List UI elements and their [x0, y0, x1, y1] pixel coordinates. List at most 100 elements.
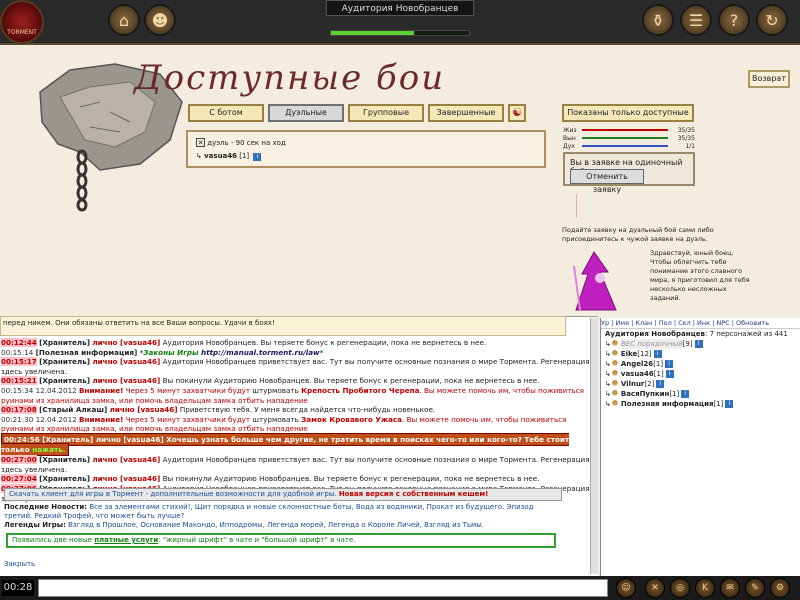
download-link[interactable]: Скачать клиент для игры в Тормент - допо…	[9, 490, 337, 498]
castle-name[interactable]: Замок Кровавого Ужаса	[301, 415, 402, 424]
game-logo[interactable]: TORMENT	[0, 0, 44, 44]
message-author[interactable]: [Хранитель]	[39, 474, 90, 483]
info-icon[interactable]: i	[653, 350, 662, 358]
message-text: Аудитория Новобранцев приветствует вас. …	[1, 455, 590, 474]
message-author[interactable]: [Полезная информация]	[36, 348, 138, 357]
home-icon[interactable]: ⌂	[108, 4, 140, 36]
user-name[interactable]: Angel26	[621, 359, 653, 369]
info-icon[interactable]: i	[665, 360, 674, 368]
tab-duel[interactable]: Дуэльные	[268, 104, 344, 122]
settings-icon[interactable]: ⚙	[770, 578, 790, 598]
chat-message: 00:27:00 [Хранитель] лично [vasua46] Ауд…	[0, 455, 598, 474]
highlighted-message[interactable]: 00:24:56 [Хранитель] лично [vasua46] Хоч…	[1, 432, 570, 456]
private-marker[interactable]: лично [vasua46]	[110, 405, 178, 414]
user-name[interactable]: Eike	[621, 349, 637, 359]
chat-scrollbar[interactable]	[590, 318, 598, 574]
refresh-icon[interactable]: ☯	[508, 104, 526, 122]
clan-badge-icon: ☻	[611, 380, 618, 387]
exit-icon[interactable]: ↻	[756, 4, 788, 36]
character-icon[interactable]: ☻	[144, 4, 176, 36]
tab-group[interactable]: Групповые	[348, 104, 424, 122]
warning-label: Внимание!	[79, 385, 124, 395]
location-name: Аудитория Новобранцев	[605, 330, 705, 338]
tab-finished[interactable]: Завершенные	[428, 104, 504, 122]
private-marker[interactable]: лично [vasua46]	[92, 338, 160, 347]
duel-player-row[interactable]: ↳ vasua46 [1] i	[196, 152, 262, 161]
scroll-icon[interactable]: ☰	[680, 4, 712, 36]
close-icon[interactable]: ✕	[645, 578, 665, 598]
user-row[interactable]: ↳ ☻ Eike [12] i	[601, 349, 800, 359]
duel-type-row: ✕ дуэль - 90 сек на ход	[196, 138, 286, 147]
message-time: 00:12:44	[1, 338, 37, 347]
message-author[interactable]: [Старый Алкаш]	[39, 405, 107, 414]
storm-word: штурмовать	[252, 385, 299, 395]
duel-request-panel: ✕ дуэль - 90 сек на ход ↳ vasua46 [1] i	[186, 130, 546, 168]
user-row[interactable]: ↳ ☻ Полезная информация [1] i	[601, 399, 800, 409]
clan-badge-icon: ☻	[611, 350, 618, 357]
chat-messages[interactable]: 00:12:44 [Хранитель] лично [vasua46] Ауд…	[0, 338, 598, 503]
user-name[interactable]: Vilnur	[621, 379, 645, 389]
chat-message: 00:12:44 [Хранитель] лично [vasua46] Ауд…	[0, 338, 598, 348]
user-name[interactable]: Полезная информация	[621, 399, 714, 409]
user-name[interactable]: ВасяПупкин	[621, 389, 669, 399]
private-marker[interactable]: лично [vasua46]	[92, 357, 160, 366]
target-icon[interactable]: ◎	[670, 578, 690, 598]
user-level: [1]	[669, 390, 680, 398]
paid-text-end: : "жирный шрифт" в чате и "большой шрифт…	[158, 536, 356, 544]
message-text: Вы покинули Аудиторию Новобранцев. Вы те…	[162, 474, 540, 484]
message-author[interactable]: [Хранитель]	[39, 455, 90, 464]
info-icon[interactable]: i	[656, 380, 665, 388]
clan-badge-icon: ☻	[611, 400, 618, 407]
inventory-icon[interactable]: ⚱	[642, 4, 674, 36]
message-time: 00:15:21	[1, 376, 37, 386]
stat-stamina: Вын 35/35	[563, 134, 695, 142]
clan-icon[interactable]: K	[695, 578, 715, 598]
news-legends-links[interactable]: Взгляд в Прошлое, Основание Макондо, Ипп…	[68, 521, 484, 529]
cancel-request-button[interactable]: Отменить заявку	[570, 169, 644, 194]
tools-icon[interactable]: ✎	[745, 578, 765, 598]
user-row[interactable]: ↳ ☻ Angel26 [1] i	[601, 359, 800, 369]
user-list-menu[interactable]: Ур | Имя | Клан | Пол | Скл | Инк | NPC …	[601, 318, 800, 329]
info-icon[interactable]: i	[681, 390, 690, 398]
stat-bar	[582, 129, 668, 131]
info-icon[interactable]: i	[725, 400, 734, 408]
message-author[interactable]: [Хранитель]	[39, 376, 90, 385]
paid-services-link[interactable]: платные услуги	[94, 536, 158, 544]
smiley-icon[interactable]: ☺	[616, 578, 636, 598]
show-available-button[interactable]: Показаны только доступные	[562, 104, 694, 122]
user-row[interactable]: ↳ ☻ ВЕС порядочный [9] i	[601, 339, 800, 349]
help-icon[interactable]: ?	[718, 4, 750, 36]
message-time: 00:15:34 12.04.2012	[1, 385, 77, 395]
private-marker[interactable]: лично [vasua46]	[92, 376, 160, 385]
message-author[interactable]: [Хранитель]	[39, 357, 90, 366]
info-icon[interactable]: i	[665, 370, 674, 378]
wizard-icon[interactable]	[570, 250, 628, 312]
castle-name[interactable]: Крепость Пробитого Черепа	[301, 386, 419, 395]
download-bar[interactable]: Скачать клиент для игры в Тормент - допо…	[4, 488, 562, 501]
user-name[interactable]: vasua46	[621, 369, 654, 379]
tab-bot[interactable]: С ботом	[188, 104, 264, 122]
user-name[interactable]: ВЕС порядочный	[620, 339, 683, 349]
close-news-link[interactable]: Закрыть	[4, 560, 35, 568]
chat-input[interactable]	[38, 579, 608, 597]
message-time: 00:27:00	[1, 455, 37, 465]
user-row[interactable]: ↳ ☻ Vilnur [2] i	[601, 379, 800, 389]
info-icon[interactable]: i	[694, 340, 703, 348]
private-marker[interactable]: лично [vasua46]	[92, 474, 160, 483]
user-row[interactable]: ↳ ☻ vasua46 [1] i	[601, 369, 800, 379]
message-author[interactable]: [Хранитель]	[39, 338, 90, 347]
private-marker[interactable]: лично [vasua46]	[92, 455, 160, 464]
message-text: Аудитория Новобранцев. Вы теряете бонус …	[162, 338, 487, 347]
law-link[interactable]: http://manual.torment.ru/law	[201, 348, 320, 357]
info-icon[interactable]: i	[253, 153, 262, 161]
back-button[interactable]: Возврат	[748, 70, 790, 88]
chat-message: 00:15:14 [Полезная информация] *Законы И…	[0, 348, 598, 358]
progress-fill	[331, 31, 414, 35]
user-row[interactable]: ↳ ☻ ВасяПупкин [1] i	[601, 389, 800, 399]
mail-icon[interactable]: ✉	[720, 578, 740, 598]
news-latest: Последние Новости: Все за элементами сти…	[4, 503, 562, 521]
message-time: 00:17:08	[1, 405, 37, 415]
duel-player-name[interactable]: vasua46	[204, 152, 237, 160]
user-list-location: Аудитория Новобранцев: 7 персонажей из 4…	[601, 329, 800, 339]
message-link[interactable]: нажать.	[32, 445, 65, 454]
